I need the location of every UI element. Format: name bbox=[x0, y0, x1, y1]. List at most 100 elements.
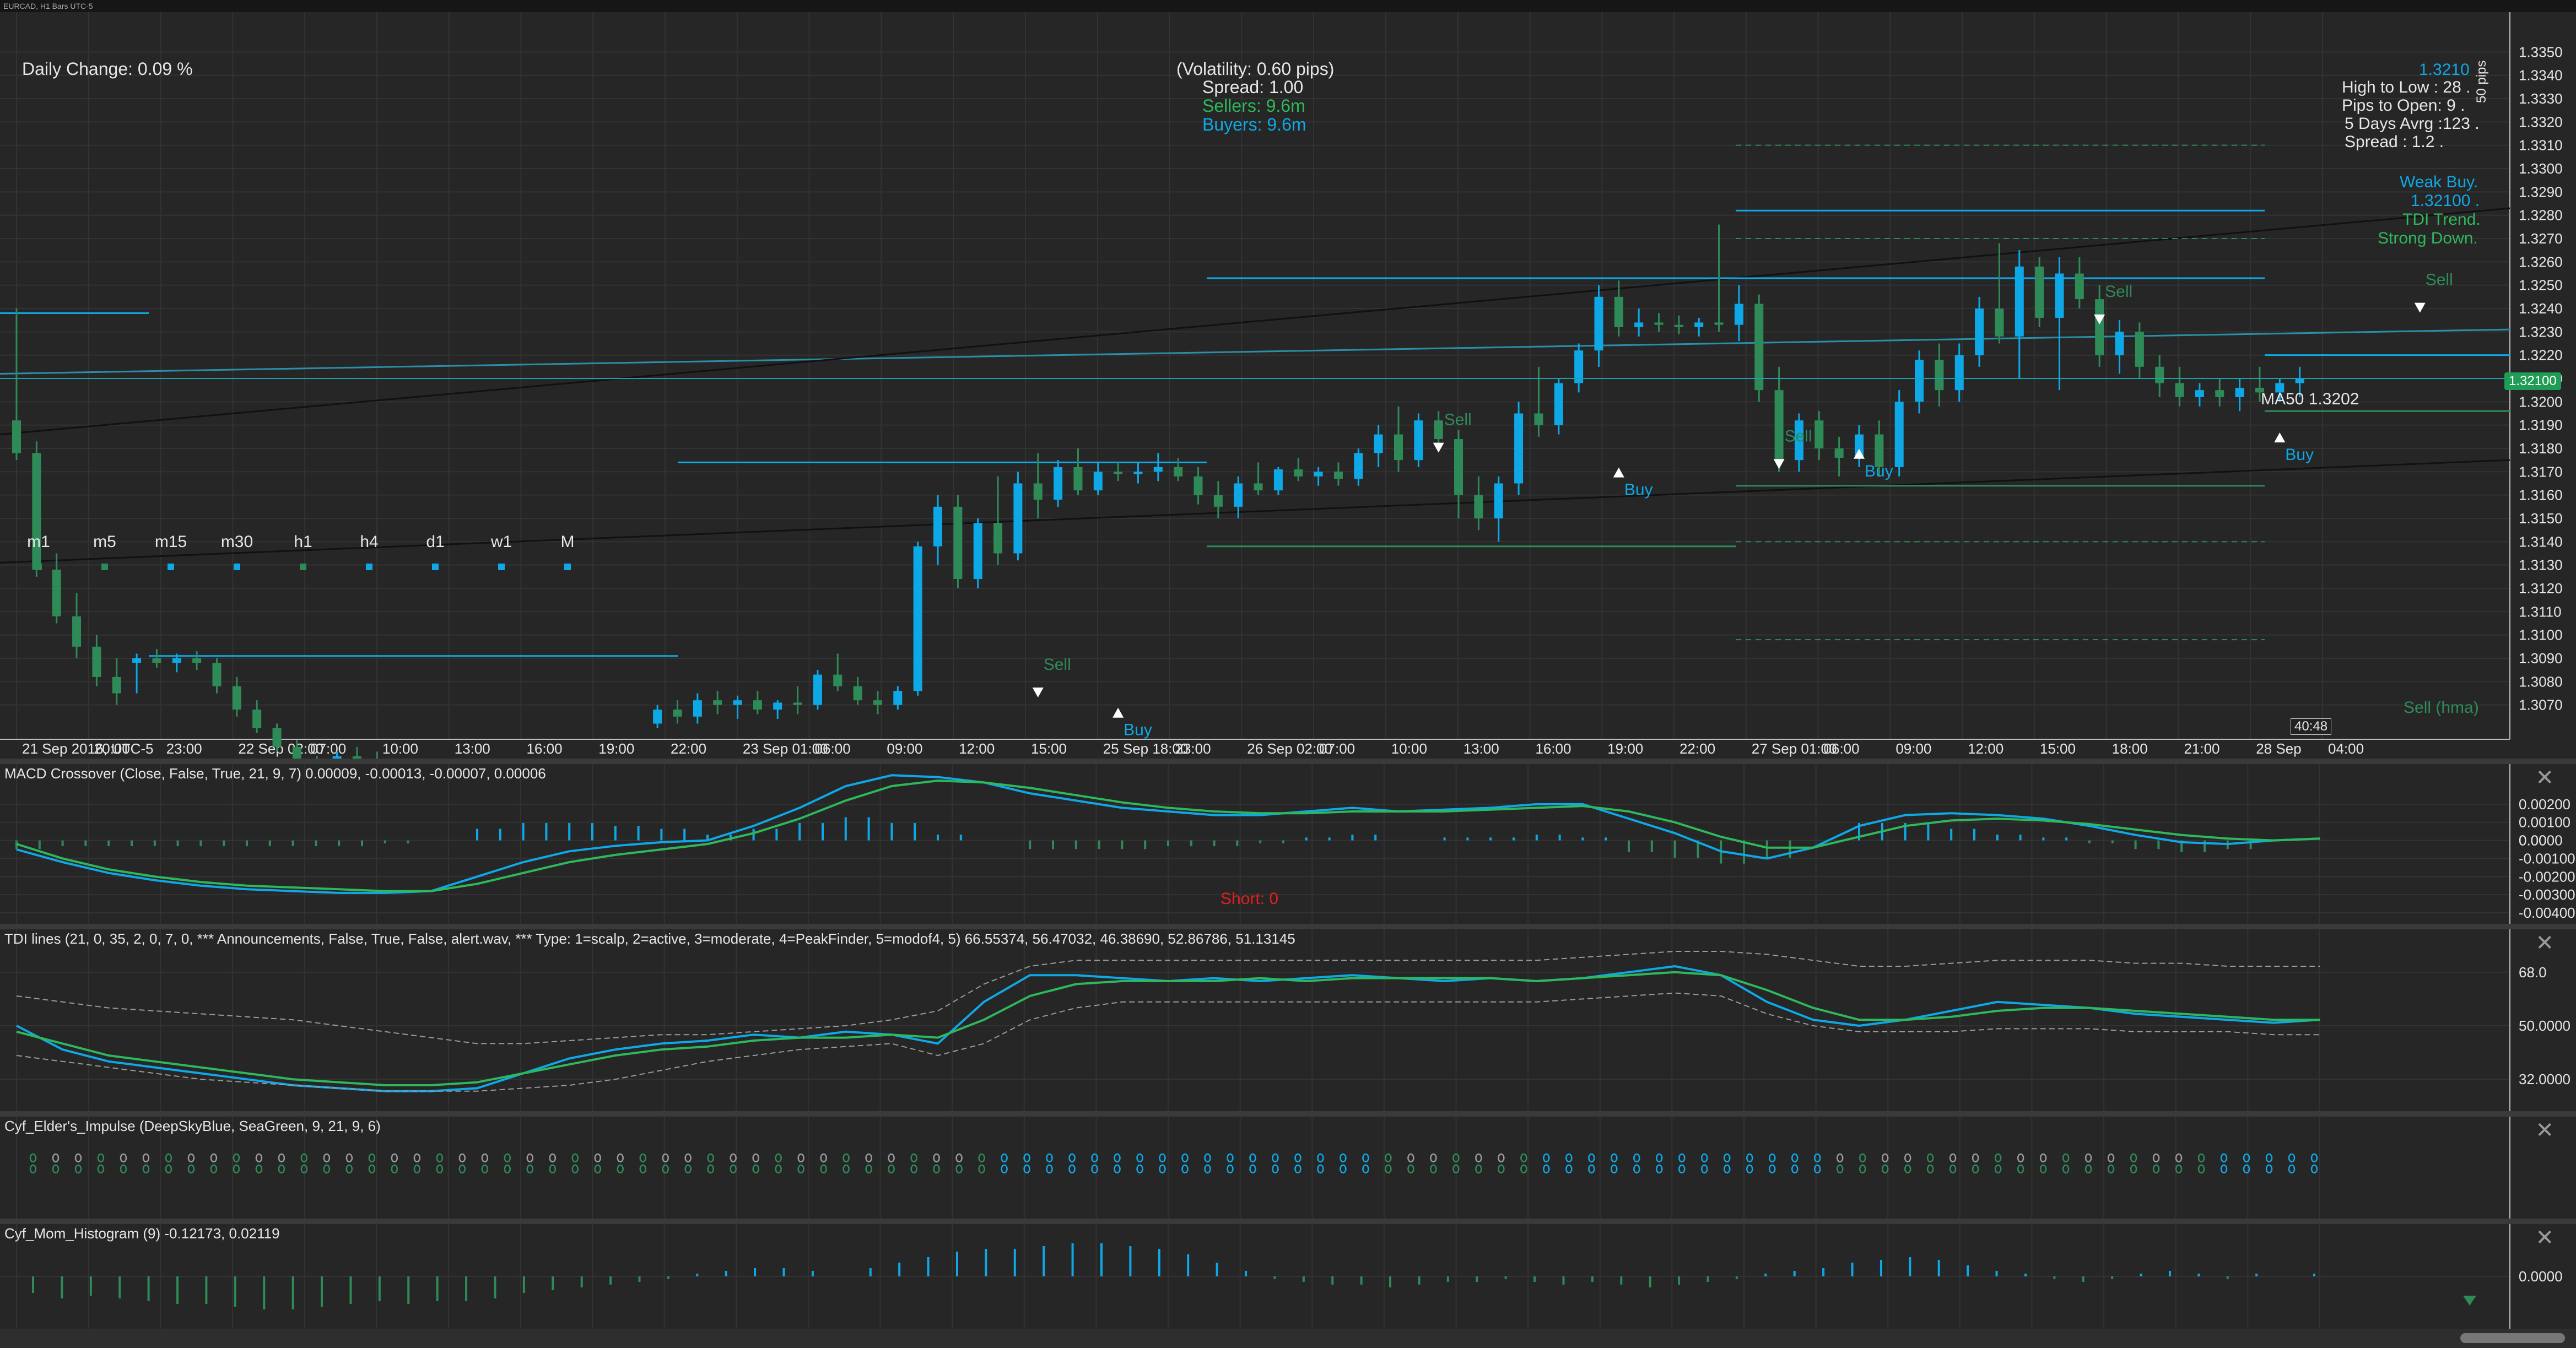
candle-body bbox=[1514, 413, 1524, 484]
pane-separator[interactable] bbox=[0, 1111, 2576, 1117]
short-label: Short: 0 bbox=[1221, 890, 1279, 908]
candle-body bbox=[2195, 390, 2204, 397]
close-momentum-icon[interactable]: ✕ bbox=[2535, 1225, 2554, 1250]
pane-separator[interactable] bbox=[0, 1219, 2576, 1224]
y-tick-label: 1.3110 bbox=[2519, 603, 2562, 620]
close-tdi-icon[interactable]: ✕ bbox=[2535, 930, 2554, 956]
candle-body bbox=[1273, 469, 1283, 491]
candle-body bbox=[112, 676, 121, 694]
impulse-dot bbox=[2107, 1153, 2115, 1163]
tdi-title: TDI lines (21, 0, 35, 2, 0, 7, 0, *** An… bbox=[4, 930, 1295, 947]
timeframe-d1[interactable]: d1 bbox=[419, 533, 452, 570]
timeframe-M[interactable]: M bbox=[551, 533, 584, 570]
timeframe-indicator bbox=[35, 564, 42, 570]
candle-body bbox=[993, 523, 1003, 554]
pane-separator[interactable] bbox=[0, 759, 2576, 764]
y-tick-label: -0.00200 bbox=[2519, 868, 2575, 885]
impulse-dot bbox=[2152, 1153, 2160, 1163]
impulse-dot bbox=[413, 1153, 421, 1163]
timeframe-indicator bbox=[168, 564, 174, 570]
impulse-dot bbox=[504, 1164, 511, 1174]
y-tick-label: 1.3180 bbox=[2519, 440, 2563, 457]
impulse-dot bbox=[233, 1153, 240, 1163]
timeframe-m30[interactable]: m30 bbox=[220, 533, 253, 570]
impulse-dot bbox=[2243, 1164, 2250, 1174]
timeframe-m5[interactable]: m5 bbox=[88, 533, 121, 570]
sell-signal-label: Sell bbox=[1044, 656, 1071, 674]
ma50-label: MA50 1.3202 bbox=[2261, 390, 2359, 408]
buyers-label: Buyers: 9.6m bbox=[1202, 115, 1306, 134]
impulse-dot bbox=[1611, 1164, 1618, 1174]
impulse-dot bbox=[345, 1153, 353, 1163]
impulse-dot bbox=[278, 1164, 285, 1174]
candle-body bbox=[272, 728, 282, 747]
candle-body bbox=[813, 674, 822, 705]
down-arrow-icon bbox=[2463, 1296, 2476, 1306]
price-chart-panel[interactable]: 21 Sep 2016, UTC-5 20:00 23:00 22 Sep 02:00… bbox=[0, 12, 2576, 759]
impulse-dot bbox=[639, 1164, 646, 1174]
daily-change-label: Daily Change: 0.09 % bbox=[22, 59, 193, 79]
impulse-dot bbox=[1407, 1164, 1414, 1174]
x-tick-label: 12:00 bbox=[959, 740, 995, 757]
impulse-dot bbox=[707, 1164, 714, 1174]
candle-body bbox=[733, 700, 742, 705]
timeframe-h4[interactable]: h4 bbox=[353, 533, 386, 570]
impulse-dot bbox=[1565, 1153, 1573, 1163]
close-elder-icon[interactable]: ✕ bbox=[2535, 1118, 2554, 1143]
momentum-panel[interactable]: 0.0000 Cyf_Mom_Histogram (9) -0.12173, 0… bbox=[0, 1224, 2576, 1329]
impulse-dot bbox=[142, 1153, 150, 1163]
tdi-panel[interactable]: 68.0 50.0000 32.0000 TDI lines (21, 0, 35,… bbox=[0, 929, 2576, 1111]
candle-body bbox=[753, 700, 762, 710]
timeframe-h1[interactable]: h1 bbox=[287, 533, 320, 570]
y-tick-label: 1.3330 bbox=[2519, 90, 2563, 107]
candle-body bbox=[673, 710, 682, 717]
impulse-dot bbox=[2197, 1164, 2205, 1174]
impulse-dot bbox=[29, 1153, 37, 1163]
impulse-dot bbox=[413, 1164, 421, 1174]
impulse-dot bbox=[1227, 1153, 1234, 1163]
y-tick-label: 1.3170 bbox=[2519, 463, 2563, 480]
impulse-dot bbox=[323, 1164, 331, 1174]
impulse-dot bbox=[1904, 1153, 1911, 1163]
x-tick-label: 07:00 bbox=[310, 740, 346, 757]
x-tick-label: 19:00 bbox=[1607, 740, 1643, 757]
y-tick-label: 1.3220 bbox=[2519, 347, 2563, 364]
impulse-dot bbox=[1746, 1153, 1753, 1163]
candle-body bbox=[2135, 332, 2144, 367]
impulse-dot bbox=[1227, 1164, 1234, 1174]
impulse-dot bbox=[1204, 1153, 1211, 1163]
candle-body bbox=[1494, 483, 1503, 518]
candle-body bbox=[693, 700, 702, 717]
buy-signal-label: Buy bbox=[1865, 462, 1893, 480]
candle-body bbox=[1894, 402, 1904, 467]
y-tick-label: 1.3260 bbox=[2519, 253, 2563, 270]
scrollbar-thumb[interactable] bbox=[2460, 1333, 2565, 1343]
impulse-dot bbox=[910, 1153, 917, 1163]
close-macd-icon[interactable]: ✕ bbox=[2535, 765, 2554, 791]
timeframe-m15[interactable]: m15 bbox=[154, 533, 187, 570]
x-tick-label: 19:00 bbox=[598, 740, 634, 757]
macd-panel[interactable]: 0.00 0.00200 0.00100 0.0000 -0.00100 -0.00200… bbox=[0, 764, 2576, 924]
impulse-dot bbox=[1340, 1153, 1347, 1163]
impulse-dot bbox=[2265, 1164, 2273, 1174]
impulse-dot bbox=[142, 1164, 150, 1174]
impulse-dot bbox=[1294, 1164, 1301, 1174]
candle-body bbox=[1834, 448, 1844, 458]
horizontal-scrollbar[interactable] bbox=[0, 1329, 2576, 1348]
timeframe-w1[interactable]: w1 bbox=[485, 533, 518, 570]
impulse-dot bbox=[1543, 1153, 1550, 1163]
candle-body bbox=[1414, 420, 1423, 461]
impulse-dot bbox=[1159, 1164, 1166, 1174]
timeframe-m1[interactable]: m1 bbox=[22, 533, 55, 570]
candle-body bbox=[1434, 420, 1443, 440]
candle-body bbox=[2035, 266, 2044, 318]
x-tick-label: 28 Sep bbox=[2256, 740, 2301, 757]
signal-strong-down: Strong Down. bbox=[2378, 229, 2478, 247]
impulse-dot bbox=[978, 1153, 985, 1163]
elder-impulse-panel[interactable]: Cyf_Elder's_Impulse (DeepSkyBlue, SeaGre… bbox=[0, 1117, 2576, 1219]
pane-separator[interactable] bbox=[0, 924, 2576, 929]
impulse-dot bbox=[1023, 1164, 1030, 1174]
candle-body bbox=[1013, 483, 1023, 554]
candle-body bbox=[1474, 495, 1483, 518]
candle-body bbox=[1935, 360, 1944, 391]
